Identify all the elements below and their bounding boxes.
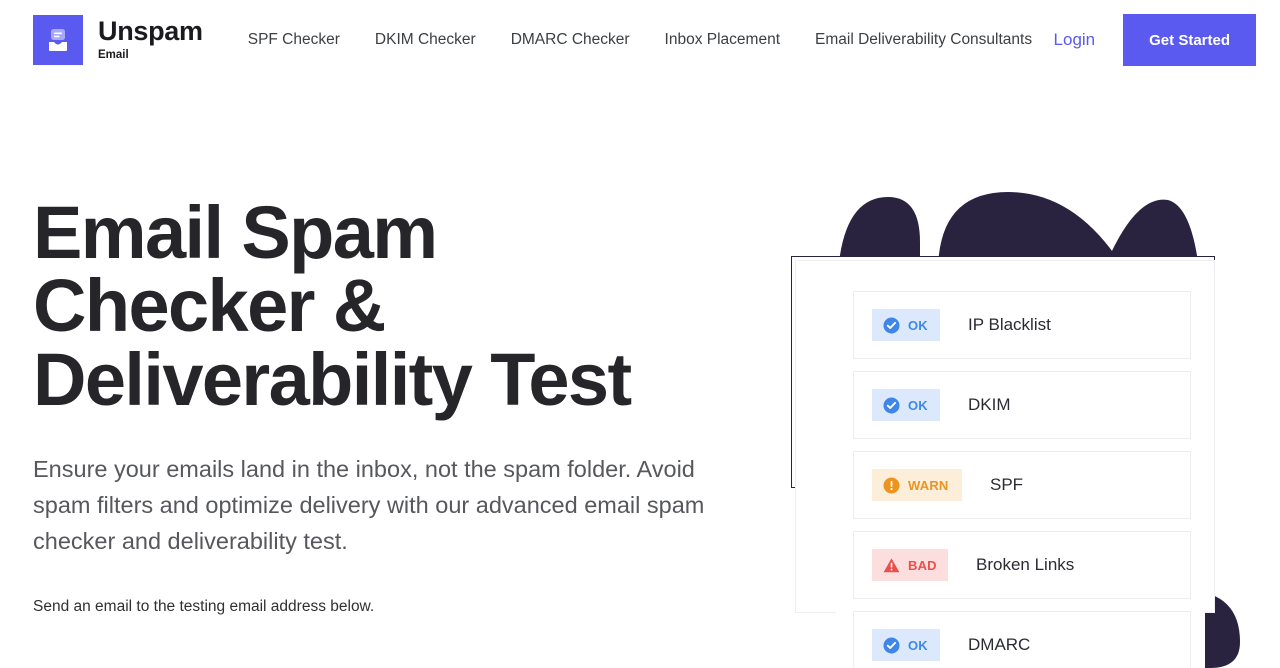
status-badge: OK <box>872 389 940 421</box>
nav-item-spf-checker[interactable]: SPF Checker <box>248 31 340 49</box>
brand-subtitle: Email <box>98 49 129 62</box>
check-circle-icon <box>883 317 900 334</box>
status-badge-label: BAD <box>908 557 937 573</box>
inbox-message-icon <box>33 15 83 65</box>
get-started-button[interactable]: Get Started <box>1123 14 1256 66</box>
warning-triangle-icon <box>883 557 900 574</box>
nav-item-consultants[interactable]: Email Deliverability Consultants <box>815 31 1032 49</box>
status-row[interactable]: OK DKIM <box>853 371 1191 439</box>
exclamation-circle-icon <box>883 477 900 494</box>
page-title: Email Spam Checker & Deliverability Test <box>33 191 632 421</box>
check-circle-icon <box>883 397 900 414</box>
nav-item-dkim-checker[interactable]: DKIM Checker <box>375 31 476 49</box>
status-badge-label: WARN <box>908 477 949 493</box>
brand-logo[interactable]: Unspam Email <box>33 15 203 65</box>
status-badge: OK <box>872 629 940 661</box>
status-badge: WARN <box>872 469 962 501</box>
status-badge: BAD <box>872 549 948 581</box>
nav-item-inbox-placement[interactable]: Inbox Placement <box>665 31 780 49</box>
login-link[interactable]: Login <box>1054 30 1096 50</box>
status-check-name: IP Blacklist <box>968 315 1051 334</box>
status-badge-label: OK <box>908 397 928 413</box>
hero-section: Email Spam Checker & Deliverability Test… <box>33 196 773 616</box>
nav-item-dmarc-checker[interactable]: DMARC Checker <box>511 31 630 49</box>
check-circle-icon <box>883 637 900 654</box>
header-actions: Login Get Started <box>1054 0 1280 80</box>
status-badge: OK <box>872 309 940 341</box>
status-row[interactable]: OK IP Blacklist <box>853 291 1191 359</box>
status-badge-label: OK <box>908 637 928 653</box>
status-check-name: Broken Links <box>976 555 1075 574</box>
status-check-name: DMARC <box>968 635 1031 654</box>
brand-name: Unspam <box>98 16 203 47</box>
status-row[interactable]: WARN SPF <box>853 451 1191 519</box>
status-row[interactable]: OK DMARC <box>853 611 1191 668</box>
status-check-name: SPF <box>990 475 1024 494</box>
status-check-name: DKIM <box>968 395 1011 414</box>
hero-subtitle: Ensure your emails land in the inbox, no… <box>33 455 705 554</box>
main-nav: SPF Checker DKIM Checker DMARC Checker I… <box>248 31 1032 49</box>
results-panel: OK IP Blacklist OK DKIM WARN SPF BAD Bro… <box>836 278 1205 668</box>
status-badge-label: OK <box>908 317 928 333</box>
status-row[interactable]: BAD Broken Links <box>853 531 1191 599</box>
site-header: Unspam Email SPF Checker DKIM Checker DM… <box>0 0 1280 80</box>
hero-instruction-note: Send an email to the testing email addre… <box>33 597 375 615</box>
